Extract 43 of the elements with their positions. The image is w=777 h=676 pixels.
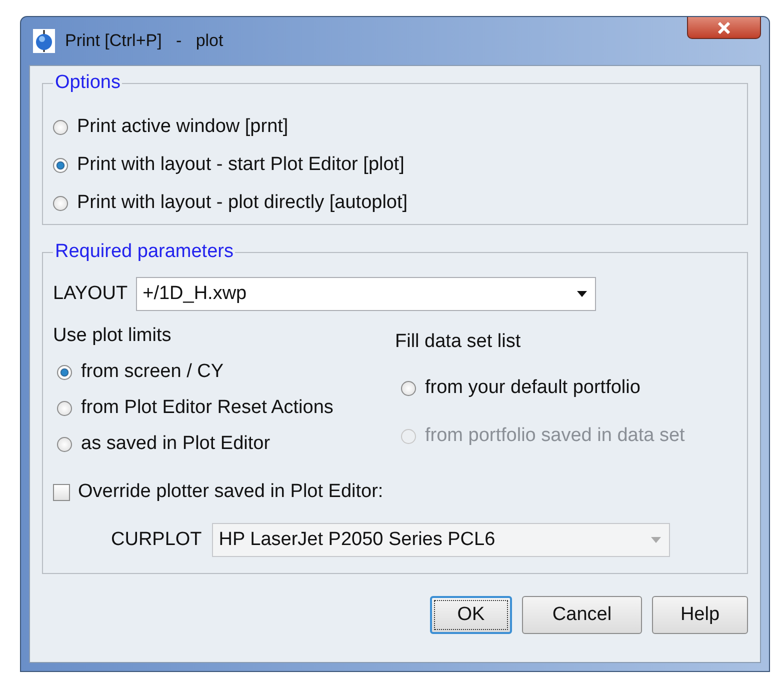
radio-button[interactable] — [53, 196, 68, 210]
curplot-label: CURPLOT — [111, 529, 202, 551]
checkbox-label: Override plotter saved in Plot Editor: — [78, 481, 384, 503]
close-button[interactable] — [687, 17, 761, 39]
dialog-button[interactable]: OK — [430, 596, 512, 634]
dialog-button[interactable]: Help — [652, 596, 748, 634]
layout-value: +/1D_H.xwp — [142, 283, 247, 305]
radio-option[interactable]: Print with layout - plot directly [autoplot] — [53, 192, 737, 214]
layout-label: LAYOUT — [53, 283, 128, 305]
printer-value: HP LaserJet P2050 Series PCL6 — [218, 529, 496, 551]
radio-option[interactable]: from your default portfolio — [401, 377, 737, 399]
option-label: Print with layout - plot directly [autoplot] — [77, 192, 408, 214]
radio-button[interactable] — [401, 380, 416, 396]
radio-button[interactable] — [53, 158, 68, 172]
option-label: from your default portfolio — [425, 377, 640, 399]
dialog-button[interactable]: Cancel — [522, 596, 642, 634]
radio-option[interactable]: Print active window [prnt] — [53, 116, 737, 138]
group-legend: Options — [53, 72, 122, 94]
close-icon — [717, 22, 731, 34]
globe-icon — [33, 29, 55, 53]
radio-button[interactable] — [57, 400, 72, 416]
option-label: from screen / CY — [81, 361, 224, 383]
option-label: from portfolio saved in data set — [425, 425, 685, 447]
radio-button[interactable] — [57, 364, 72, 380]
override-checkbox-option[interactable]: Override plotter saved in Plot Editor: — [53, 481, 737, 503]
option-label: from Plot Editor Reset Actions — [81, 397, 334, 419]
radio-option[interactable]: as saved in Plot Editor — [57, 433, 395, 455]
radio-button[interactable] — [57, 436, 72, 452]
radio-option[interactable]: from Plot Editor Reset Actions — [57, 397, 395, 419]
dropdown-arrow-icon — [576, 291, 587, 297]
radio-option[interactable]: Print with layout - start Plot Editor [plot] — [53, 154, 737, 176]
radio-button[interactable] — [53, 120, 68, 134]
section-heading: Use plot limits — [53, 325, 172, 347]
group-legend: Required parameters — [53, 241, 236, 263]
option-label: Print with layout - start Plot Editor [plot] — [77, 154, 404, 176]
dropdown-arrow-icon — [650, 537, 661, 543]
option-label: as saved in Plot Editor — [81, 433, 270, 455]
option-label: Print active window [prnt] — [77, 116, 288, 138]
section-heading: Fill data set list — [395, 331, 522, 353]
radio-option[interactable]: from screen / CY — [57, 361, 395, 383]
checkbox[interactable] — [53, 484, 70, 500]
window-title: Print [Ctrl+P] - plot — [65, 31, 224, 51]
layout-dropdown[interactable]: +/1D_H.xwp — [136, 277, 596, 311]
